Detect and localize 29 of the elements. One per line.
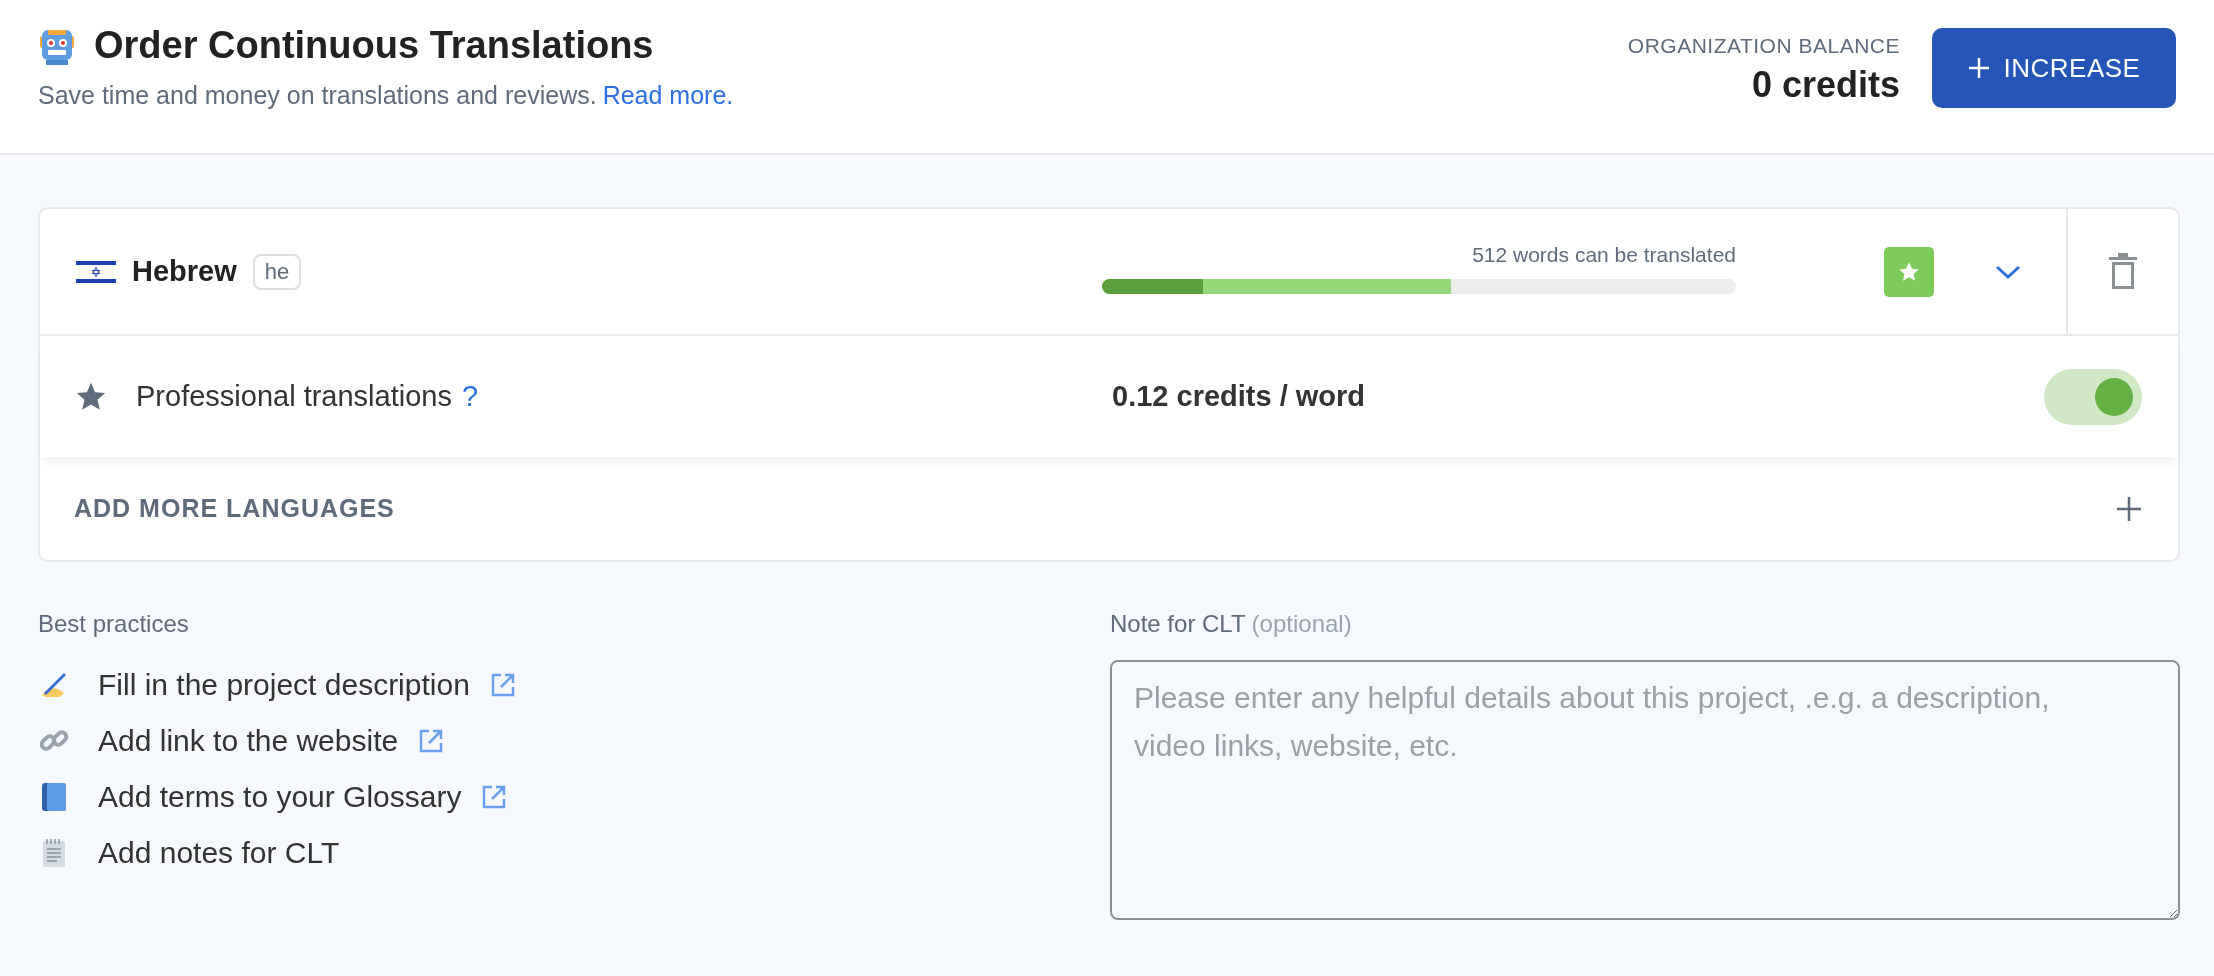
balance-label: ORGANIZATION BALANCE (1627, 34, 1900, 58)
plus-icon (1967, 57, 1990, 79)
balance-value: 0 credits (1751, 64, 1900, 106)
practice-text: Add notes for CLT (98, 836, 340, 870)
practice-text: Add terms to your Glossary (98, 780, 462, 814)
external-link-icon[interactable] (481, 784, 508, 810)
external-link-icon[interactable] (418, 728, 445, 754)
price-text: 0.12 credits / word (1112, 380, 1367, 413)
trash-icon[interactable] (2109, 252, 2137, 291)
language-name: Hebrew (132, 255, 237, 288)
star-toggle-button[interactable] (1884, 246, 1934, 297)
section-heading: Best practices (38, 610, 190, 638)
external-link-icon[interactable] (489, 672, 516, 698)
increase-button[interactable]: INCREASE (1932, 28, 2176, 108)
note-field[interactable]: Please enter any helpful details about this project, .e.g. a description, video links, website, etc. (1110, 660, 2180, 920)
option-label: Professional translations (136, 380, 452, 413)
practice-text: Fill in the project description (98, 668, 470, 702)
words-available-text: 512 words can be translated (1472, 243, 1736, 267)
help-link[interactable]: ? (461, 380, 479, 413)
field-label: Note for CLT (1110, 610, 1246, 637)
flag-icon (76, 258, 116, 285)
language-code-badge: he (252, 253, 302, 290)
subtitle-text: Save time and money on translations and reviews. (38, 81, 597, 109)
plus-icon[interactable] (2116, 495, 2142, 522)
add-languages-label: ADD MORE LANGUAGES (74, 494, 395, 523)
practice-text: Add link to the website (98, 724, 399, 758)
optional-hint: (optional) (1251, 610, 1352, 637)
page-title: Order Continuous Translations (94, 24, 654, 67)
read-more-link[interactable]: Read more. (602, 81, 734, 109)
